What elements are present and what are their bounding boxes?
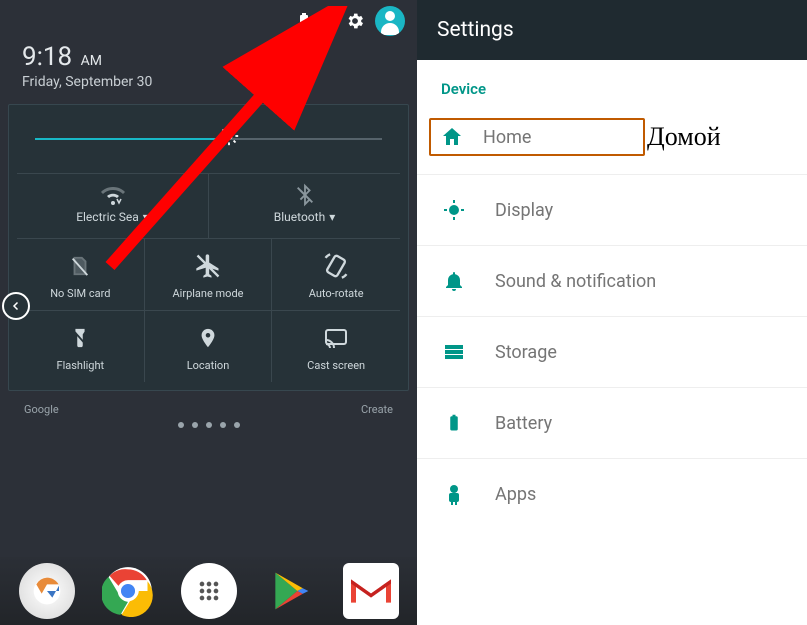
quick-settings-panel: 99% 9:18 AM Friday, September 30	[0, 0, 417, 625]
profile-avatar-icon[interactable]	[375, 6, 405, 36]
dock-app-gmail[interactable]	[343, 563, 399, 619]
bluetooth-label: Bluetooth	[274, 210, 325, 224]
bluetooth-toggle[interactable]: Bluetooth ▾	[209, 173, 400, 238]
autorotate-icon	[272, 249, 400, 283]
chevron-down-icon: ▾	[143, 210, 149, 224]
apps-icon	[441, 481, 467, 507]
clock-ampm: AM	[81, 53, 102, 69]
brightness-slider[interactable]	[35, 125, 382, 151]
home-icon	[439, 124, 465, 150]
storage-icon	[441, 339, 467, 365]
airplane-icon	[145, 249, 272, 283]
settings-item-sound[interactable]: Sound & notification	[417, 246, 807, 317]
clock-date[interactable]: Friday, September 30	[22, 74, 395, 90]
settings-item-display[interactable]: Display	[417, 175, 807, 246]
settings-appbar: Settings	[417, 0, 807, 60]
battery-pct: 99%	[313, 14, 335, 28]
settings-screen: Settings Device Home Домой Display Sound…	[417, 0, 807, 625]
tile-label: No SIM card	[17, 287, 144, 300]
tile-flashlight[interactable]: Flashlight	[17, 311, 145, 382]
settings-item-home[interactable]: Home	[427, 116, 647, 158]
status-bar: 99%	[0, 0, 417, 38]
tile-label: Flashlight	[17, 359, 144, 372]
dock-app-browser[interactable]	[19, 563, 75, 619]
brightness-thumb-icon[interactable]	[218, 125, 240, 151]
launcher-right-hint[interactable]: Create	[361, 403, 393, 416]
tile-label: Airplane mode	[145, 287, 272, 300]
wifi-icon	[17, 180, 208, 210]
datetime-block: 9:18 AM Friday, September 30	[0, 38, 417, 104]
settings-label: Home	[483, 127, 531, 148]
settings-item-apps[interactable]: Apps	[417, 459, 807, 529]
settings-label: Battery	[495, 413, 552, 434]
settings-item-battery[interactable]: Battery	[417, 388, 807, 459]
display-icon	[441, 197, 467, 223]
chevron-left-icon	[10, 300, 22, 312]
bluetooth-off-icon	[209, 180, 400, 210]
tile-no-sim[interactable]: No SIM card	[17, 239, 145, 311]
dock	[0, 557, 417, 625]
tile-label: Cast screen	[272, 359, 400, 372]
settings-gear-icon[interactable]	[345, 11, 365, 31]
page-indicator	[0, 422, 417, 428]
tile-cast[interactable]: Cast screen	[272, 311, 400, 382]
flashlight-icon	[17, 321, 144, 355]
tile-location[interactable]: Location	[145, 311, 273, 382]
cast-icon	[272, 321, 400, 355]
settings-label: Apps	[495, 484, 536, 505]
location-icon	[145, 321, 272, 355]
chevron-down-icon: ▾	[329, 210, 335, 224]
settings-label: Display	[495, 200, 553, 221]
settings-section-device: Device	[417, 60, 807, 110]
tile-label: Auto-rotate	[272, 287, 400, 300]
bell-icon	[441, 268, 467, 294]
wifi-label: Electric Sea	[76, 210, 139, 224]
back-button[interactable]	[2, 292, 30, 320]
settings-item-storage[interactable]: Storage	[417, 317, 807, 388]
launcher-hints: Google Create	[0, 399, 417, 416]
battery-indicator: 99%	[299, 13, 335, 29]
wifi-toggle[interactable]: Electric Sea ▾	[17, 173, 209, 238]
tile-autorotate[interactable]: Auto-rotate	[272, 239, 400, 311]
dock-app-drawer[interactable]	[181, 563, 237, 619]
quick-settings-card: Electric Sea ▾ Bluetooth ▾ No SIM	[8, 104, 409, 391]
tile-label: Location	[145, 359, 272, 372]
settings-label: Storage	[495, 342, 557, 363]
clock-time[interactable]: 9:18	[22, 42, 72, 72]
dock-app-play[interactable]	[262, 563, 318, 619]
battery-icon	[299, 13, 309, 29]
settings-title: Settings	[437, 18, 514, 42]
annotation-text: Домой	[647, 122, 721, 152]
launcher-left-hint[interactable]: Google	[24, 403, 59, 416]
sim-off-icon	[17, 249, 144, 283]
tile-airplane[interactable]: Airplane mode	[145, 239, 273, 311]
dock-app-chrome[interactable]	[100, 563, 156, 619]
settings-label: Sound & notification	[495, 271, 656, 292]
battery-icon	[441, 410, 467, 436]
